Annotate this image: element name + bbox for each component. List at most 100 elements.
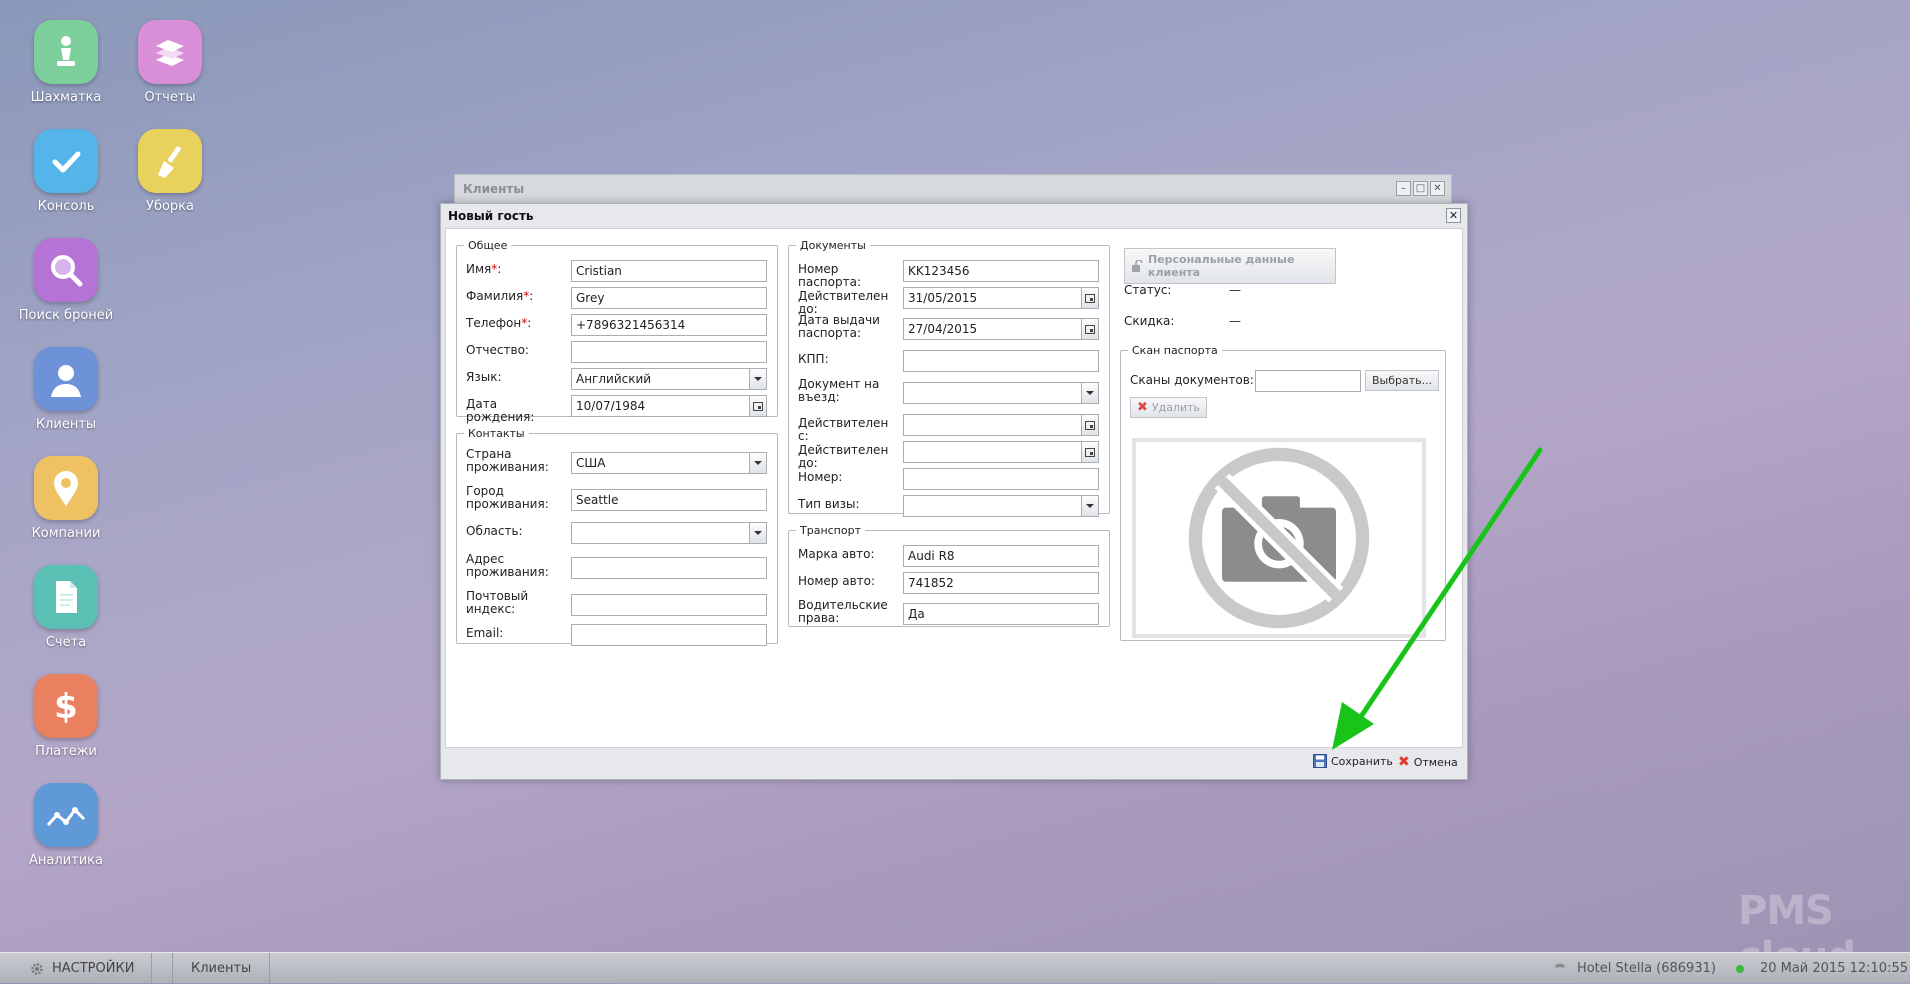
- entry-doc-select[interactable]: [903, 382, 1099, 404]
- map-pin-icon: [34, 456, 98, 520]
- dialog-footer: Сохранить ✖ Отмена: [441, 748, 1467, 779]
- checkmark-icon: [34, 129, 98, 193]
- car-number-input[interactable]: 741852: [903, 572, 1099, 594]
- calendar-icon[interactable]: [749, 396, 766, 416]
- license-input[interactable]: Да: [903, 603, 1099, 625]
- license-label: Водительские права:: [798, 598, 888, 625]
- address-input[interactable]: [571, 557, 767, 579]
- settings-button[interactable]: НАСТРОЙКИ: [0, 953, 152, 984]
- valid-until-value: 31/05/2015: [908, 291, 978, 305]
- minimize-icon[interactable]: –: [1396, 181, 1411, 196]
- scans-input[interactable]: [1255, 370, 1361, 392]
- chevron-down-icon[interactable]: [749, 453, 766, 473]
- chevron-down-icon[interactable]: [749, 523, 766, 543]
- line-chart-icon: [34, 783, 98, 847]
- desktop-icon-analytics[interactable]: Аналитика: [6, 783, 126, 868]
- address-label: Адрес проживания:: [466, 552, 549, 579]
- person-icon: [34, 347, 98, 411]
- passport-number-label: Номер паспорта:: [798, 262, 861, 289]
- language-label: Язык:: [466, 370, 502, 384]
- country-select[interactable]: США: [571, 452, 767, 474]
- valid-until-2-label: Действителен до:: [798, 443, 889, 470]
- desktop-icon-cleaning[interactable]: Уборка: [110, 129, 230, 214]
- delete-button[interactable]: ✖ Удалить: [1130, 397, 1208, 418]
- calendar-icon[interactable]: [1081, 288, 1098, 308]
- close-icon[interactable]: ✕: [1430, 181, 1445, 196]
- clients-window-title: Клиенты: [463, 182, 525, 196]
- entry-doc-label: Документ на въезд:: [798, 377, 880, 404]
- status-value: —: [1229, 283, 1241, 297]
- email-label: Email:: [466, 626, 504, 640]
- datetime: 20 Май 2015 12:10:55: [1759, 961, 1908, 976]
- patronymic-input[interactable]: [571, 341, 767, 363]
- taskbar: НАСТРОЙКИ Клиенты Hotel Stella (686931) …: [0, 952, 1910, 984]
- birth-date-input[interactable]: 10/07/1984: [571, 395, 767, 417]
- city-input[interactable]: Seattle: [571, 489, 767, 511]
- desktop-icon-label: Аналитика: [29, 853, 103, 868]
- desktop-icon-label: Консоль: [37, 199, 95, 214]
- desktop-icon-payments[interactable]: $ Платежи: [6, 674, 126, 759]
- desktop-icon-booking-search[interactable]: Поиск броней: [6, 238, 126, 323]
- valid-from-label: Действителен с:: [798, 416, 889, 443]
- desktop-icon-invoices[interactable]: Счета: [6, 565, 126, 650]
- transport-legend: Транспорт: [800, 524, 861, 537]
- calendar-icon[interactable]: [1081, 415, 1098, 435]
- email-input[interactable]: [571, 624, 767, 646]
- status-label: Статус:: [1124, 283, 1172, 297]
- first-name-input[interactable]: Cristian: [571, 260, 767, 282]
- general-fieldset: Общее Имя*: Cristian Фамилия*: Grey Теле…: [456, 239, 778, 424]
- books-icon: [138, 20, 202, 84]
- region-select[interactable]: [571, 522, 767, 544]
- dialog-header[interactable]: Новый гость ✕: [441, 204, 1467, 228]
- number-label: Номер:: [798, 470, 843, 484]
- delete-x-icon: ✖: [1137, 400, 1148, 415]
- passport-number-input[interactable]: KK123456: [903, 260, 1099, 282]
- delete-label: Удалить: [1151, 401, 1201, 414]
- documents-fieldset: Документы Номер паспорта: KK123456 Дейст…: [788, 239, 1110, 517]
- chevron-down-icon[interactable]: [1081, 383, 1098, 403]
- new-guest-dialog: Новый гость ✕ Общее Имя*: Cristian Фамил…: [440, 203, 1468, 780]
- desktop-icon-clients[interactable]: Клиенты: [6, 347, 126, 432]
- valid-from-input[interactable]: [903, 414, 1099, 436]
- chess-pawn-icon: [34, 20, 98, 84]
- birth-date-label: Дата рождения:: [466, 397, 535, 424]
- kpp-label: КПП:: [798, 352, 829, 366]
- discount-value: —: [1229, 314, 1241, 328]
- car-number-label: Номер авто:: [798, 574, 876, 588]
- desktop-icon-label: Отчеты: [144, 90, 196, 105]
- window-controls: – □ ✕: [1396, 181, 1445, 196]
- desktop-icon-chessboard[interactable]: Шахматка: [6, 20, 126, 105]
- calendar-icon[interactable]: [1081, 319, 1098, 339]
- issue-date-input[interactable]: 27/04/2015: [903, 318, 1099, 340]
- last-name-input[interactable]: Grey: [571, 287, 767, 309]
- zip-label: Почтовый индекс:: [466, 589, 529, 616]
- car-make-input[interactable]: Audi R8: [903, 545, 1099, 567]
- number-input[interactable]: [903, 468, 1099, 490]
- desktop-icon-console[interactable]: Консоль: [6, 129, 126, 214]
- close-icon[interactable]: ✕: [1446, 208, 1461, 223]
- personal-data-button[interactable]: Персональные данные клиента: [1124, 248, 1336, 284]
- country-value: США: [576, 456, 606, 470]
- visa-type-select[interactable]: [903, 495, 1099, 517]
- birth-date-value: 10/07/1984: [576, 399, 646, 413]
- desktop-icon-companies[interactable]: Компании: [6, 456, 126, 541]
- desktop-icon-reports[interactable]: Отчеты: [110, 20, 230, 105]
- calendar-icon[interactable]: [1081, 442, 1098, 462]
- scans-label: Сканы документов:: [1130, 373, 1254, 387]
- desktop-icon-label: Платежи: [35, 744, 97, 759]
- chevron-down-icon[interactable]: [749, 369, 766, 389]
- valid-until-input[interactable]: 31/05/2015: [903, 287, 1099, 309]
- hotel-name: Hotel Stella (686931): [1576, 961, 1716, 976]
- zip-input[interactable]: [571, 594, 767, 616]
- chevron-down-icon[interactable]: [1081, 496, 1098, 516]
- language-select[interactable]: Английский: [571, 368, 767, 390]
- choose-button[interactable]: Выбрать...: [1365, 370, 1440, 391]
- phone-icon: [1554, 963, 1565, 968]
- valid-until-2-input[interactable]: [903, 441, 1099, 463]
- phone-input[interactable]: +7896321456314: [571, 314, 767, 336]
- clients-window[interactable]: Клиенты – □ ✕: [454, 174, 1452, 204]
- maximize-icon[interactable]: □: [1413, 181, 1428, 196]
- taskbar-item-clients[interactable]: Клиенты: [172, 953, 271, 984]
- kpp-input[interactable]: [903, 350, 1099, 372]
- green-arrow-annotation: [1332, 447, 1543, 750]
